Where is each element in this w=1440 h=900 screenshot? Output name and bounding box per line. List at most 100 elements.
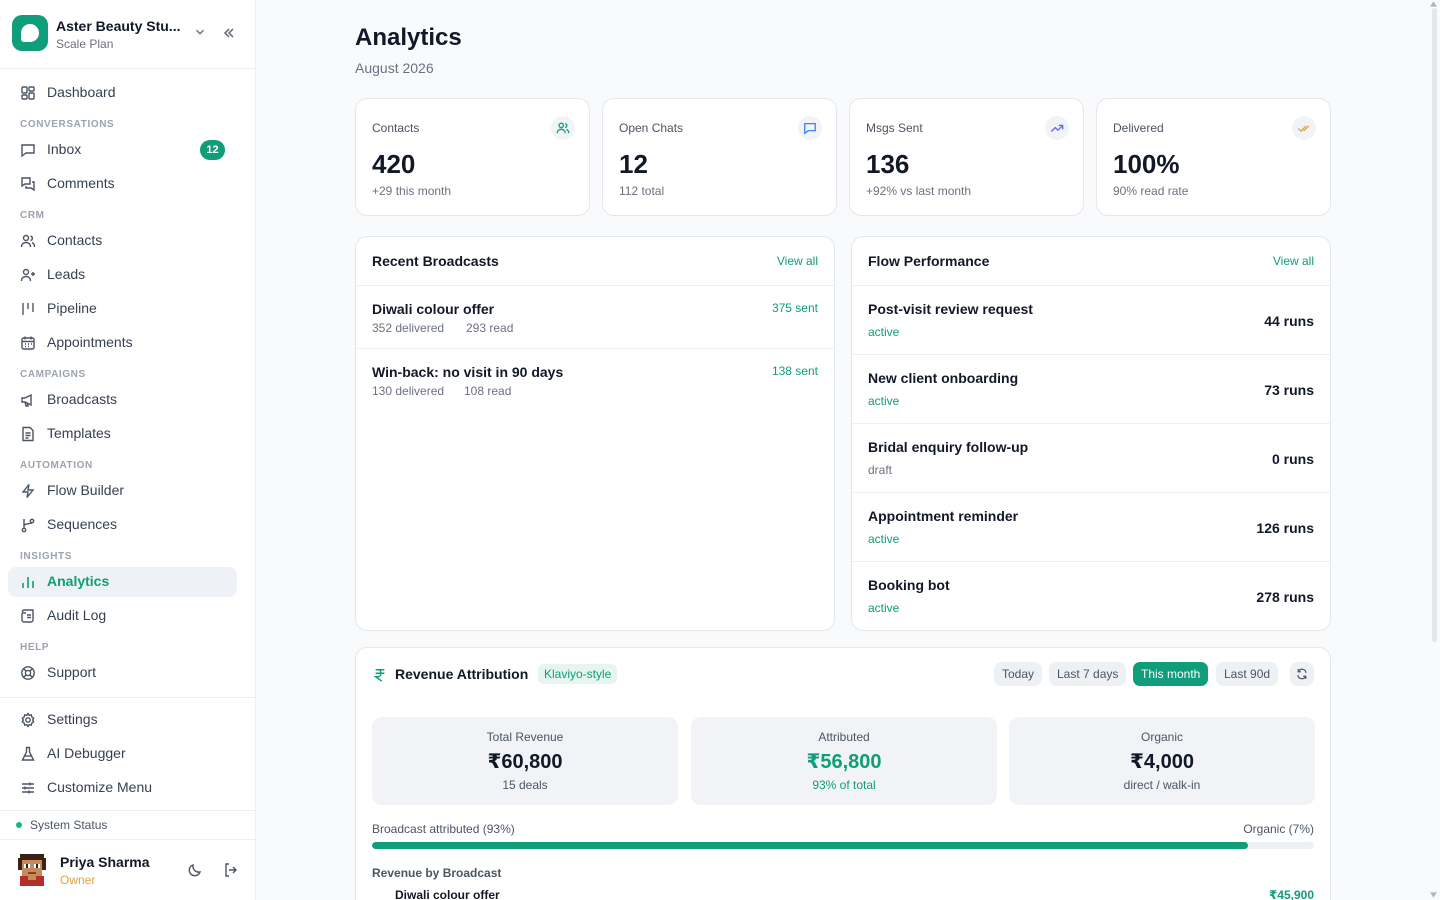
avatar[interactable] bbox=[16, 852, 48, 886]
calendar-icon bbox=[21, 336, 35, 350]
page-subtitle: August 2026 bbox=[355, 60, 434, 76]
attribution-progress-bar bbox=[372, 842, 1314, 849]
page-scrollbar[interactable] bbox=[1432, 8, 1437, 642]
stat-value: 136 bbox=[866, 149, 910, 179]
stat-card-contacts[interactable]: Contacts 420 +29 this month bbox=[355, 98, 590, 216]
scroll-up-icon[interactable] bbox=[1430, 1, 1437, 7]
broadcast-delivered: 352 delivered bbox=[372, 321, 445, 335]
sidebar-item-label: Contacts bbox=[47, 232, 103, 248]
logout-icon[interactable] bbox=[223, 862, 239, 878]
kpi-note: 93% of total bbox=[812, 778, 876, 792]
flow-name: Post-visit review request bbox=[868, 301, 1033, 317]
flow-name: Bridal enquiry follow-up bbox=[868, 439, 1029, 455]
flow-status: active bbox=[868, 394, 900, 408]
chevron-down-icon[interactable] bbox=[193, 25, 207, 39]
user-name: Priya Sharma bbox=[60, 854, 150, 870]
broadcast-attributed-label: Broadcast attributed (93%) bbox=[372, 822, 515, 836]
sidebar-item-label: Sequences bbox=[47, 516, 118, 532]
workspace-plan: Scale Plan bbox=[56, 37, 114, 51]
system-status[interactable]: System Status bbox=[16, 818, 107, 832]
double-check-icon bbox=[1292, 116, 1316, 140]
flow-runs: 73 runs bbox=[1264, 382, 1314, 398]
trend-up-icon bbox=[1045, 116, 1069, 140]
sidebar-item-sequences[interactable]: Sequences bbox=[8, 510, 237, 540]
recent-broadcasts-panel: Recent Broadcasts View all Diwali colour… bbox=[355, 236, 835, 631]
sidebar-item-label: Analytics bbox=[47, 573, 110, 589]
sidebar-item-label: Templates bbox=[47, 425, 111, 441]
sidebar-item-analytics[interactable]: Analytics bbox=[8, 567, 237, 597]
stat-card-msgs-sent[interactable]: Msgs Sent 136 +92% vs last month bbox=[849, 98, 1084, 216]
sidebar-item-audit-log[interactable]: Audit Log bbox=[8, 601, 237, 631]
users-icon bbox=[20, 234, 36, 248]
flask-icon bbox=[21, 746, 35, 761]
sidebar-item-settings[interactable]: Settings bbox=[8, 705, 237, 735]
sidebar-item-leads[interactable]: Leads bbox=[8, 260, 237, 290]
user-plus-icon bbox=[20, 268, 35, 282]
flow-name: Appointment reminder bbox=[868, 508, 1019, 524]
range-last-90d-button[interactable]: Last 90d bbox=[1216, 662, 1279, 686]
flow-row[interactable]: Appointment reminder active 126 runs bbox=[852, 492, 1330, 561]
flow-runs: 44 runs bbox=[1264, 313, 1314, 329]
broadcast-row[interactable]: Diwali colour offer 352 delivered 293 re… bbox=[356, 285, 834, 348]
comments-icon bbox=[21, 177, 35, 192]
range-today-button[interactable]: Today bbox=[994, 662, 1043, 686]
sidebar-item-customize-menu[interactable]: Customize Menu bbox=[8, 773, 237, 803]
sidebar-item-ai-debugger[interactable]: AI Debugger bbox=[8, 739, 237, 769]
sidebar-item-support[interactable]: Support bbox=[8, 658, 237, 688]
flow-name: New client onboarding bbox=[868, 370, 1019, 386]
stat-card-delivered[interactable]: Delivered 100% 90% read rate bbox=[1096, 98, 1331, 216]
rupee-icon bbox=[373, 669, 385, 682]
flow-row[interactable]: Post-visit review request active 44 runs bbox=[852, 285, 1330, 354]
collapse-sidebar-icon[interactable] bbox=[221, 25, 237, 41]
sidebar-item-comments[interactable]: Comments bbox=[8, 169, 237, 199]
sidebar-item-label: AI Debugger bbox=[47, 745, 126, 761]
stat-label: Open Chats bbox=[619, 121, 684, 135]
sidebar-item-dashboard[interactable]: Dashboard bbox=[8, 78, 237, 108]
klaviyo-style-tag: Klaviyo-style bbox=[538, 664, 618, 684]
broadcast-read: 108 read bbox=[464, 384, 512, 398]
moon-icon[interactable] bbox=[187, 862, 203, 878]
revenue-broadcast-name: Diwali colour offer bbox=[395, 888, 500, 900]
refresh-button[interactable] bbox=[1290, 662, 1314, 686]
sidebar-item-label: Customize Menu bbox=[47, 779, 153, 795]
stat-label: Delivered bbox=[1113, 121, 1164, 135]
sidebar-item-appointments[interactable]: Appointments bbox=[8, 328, 237, 358]
range-this-month-button[interactable]: This month bbox=[1133, 662, 1209, 686]
stat-value: 12 bbox=[619, 149, 648, 179]
gear-icon bbox=[21, 712, 35, 728]
stat-note: 112 total bbox=[619, 184, 665, 198]
inbox-count-badge: 12 bbox=[200, 140, 225, 160]
kpi-attributed: Attributed ₹56,800 93% of total bbox=[691, 717, 997, 805]
section-conversations: CONVERSATIONS bbox=[20, 119, 115, 130]
view-all-flows-link[interactable]: View all bbox=[1273, 254, 1314, 268]
megaphone-icon bbox=[21, 393, 32, 407]
flow-row[interactable]: Booking bot active 278 runs bbox=[852, 561, 1330, 631]
organic-label: Organic (7%) bbox=[1243, 822, 1314, 836]
flow-status: active bbox=[868, 532, 900, 546]
sidebar-item-contacts[interactable]: Contacts bbox=[8, 226, 237, 256]
refresh-icon bbox=[1297, 668, 1307, 680]
sidebar-item-inbox[interactable]: Inbox 12 bbox=[8, 135, 237, 165]
scroll-icon bbox=[21, 609, 34, 623]
sidebar-item-label: Support bbox=[47, 664, 97, 680]
sidebar-item-flow-builder[interactable]: Flow Builder bbox=[8, 476, 237, 506]
sidebar-item-templates[interactable]: Templates bbox=[8, 419, 237, 449]
flow-row[interactable]: Bridal enquiry follow-up draft 0 runs bbox=[852, 423, 1330, 492]
sidebar-item-pipeline[interactable]: Pipeline bbox=[8, 294, 237, 324]
broadcast-sent: 375 sent bbox=[771, 301, 818, 315]
dashboard-icon bbox=[21, 86, 35, 100]
flow-row[interactable]: New client onboarding active 73 runs bbox=[852, 354, 1330, 423]
flow-status: active bbox=[868, 601, 900, 615]
range-last-7-days-button[interactable]: Last 7 days bbox=[1049, 662, 1127, 686]
lightning-icon bbox=[21, 484, 35, 498]
view-all-broadcasts-link[interactable]: View all bbox=[777, 254, 818, 268]
chat-icon bbox=[798, 116, 822, 140]
workspace-switcher[interactable]: Aster Beauty Stu... Scale Plan bbox=[0, 0, 255, 69]
stat-card-open-chats[interactable]: Open Chats 12 112 total bbox=[602, 98, 837, 216]
scroll-down-icon[interactable] bbox=[1430, 892, 1437, 898]
flow-status: active bbox=[868, 325, 900, 339]
sidebar-item-broadcasts[interactable]: Broadcasts bbox=[8, 385, 237, 415]
broadcast-row[interactable]: Win-back: no visit in 90 days 130 delive… bbox=[356, 348, 834, 411]
section-help: HELP bbox=[20, 642, 50, 653]
kpi-note: direct / walk-in bbox=[1123, 778, 1201, 792]
